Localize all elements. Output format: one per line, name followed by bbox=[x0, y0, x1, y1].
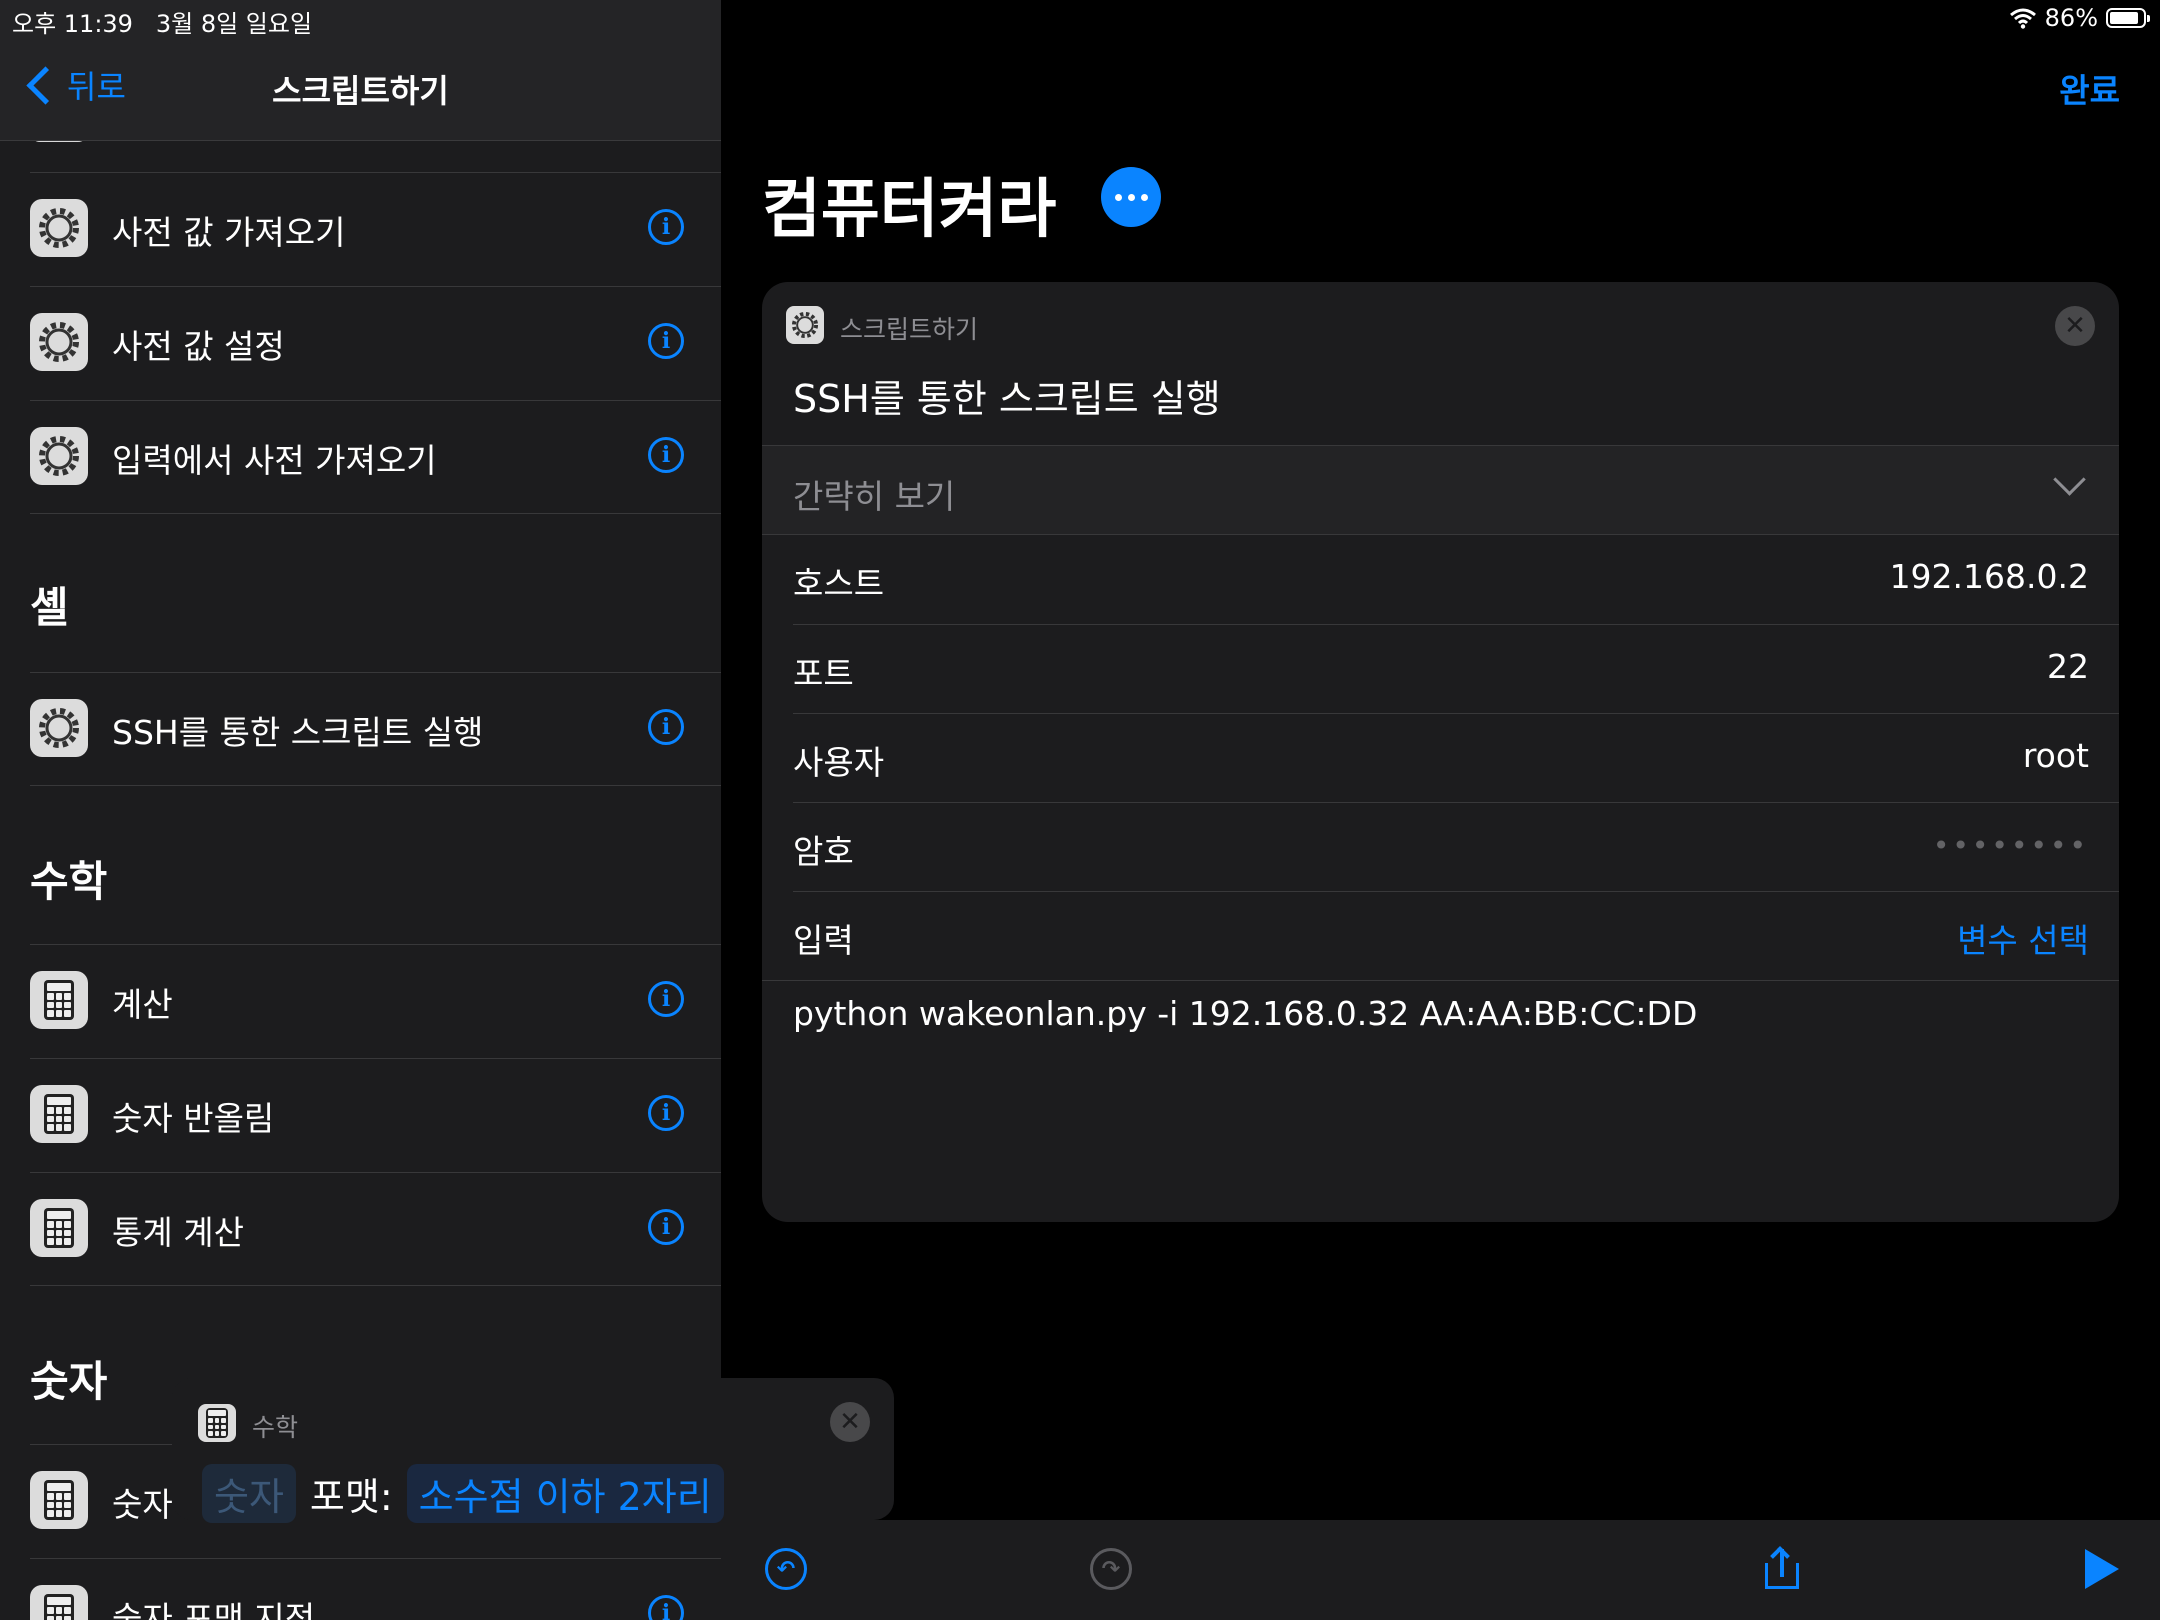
redo-button[interactable]: ↷ bbox=[1086, 1544, 1136, 1594]
param-label: 입력 bbox=[793, 921, 854, 960]
calculator-icon bbox=[198, 1404, 236, 1442]
param-label: 사용자 bbox=[793, 743, 885, 782]
ellipsis-icon bbox=[1114, 193, 1122, 201]
list-item[interactable]: 계산 i bbox=[0, 944, 721, 1058]
param-row-user[interactable]: 사용자 root bbox=[762, 714, 2119, 803]
calculator-icon bbox=[30, 1199, 88, 1257]
dragged-action-body: 숫자 포맷: 소수점 이하 2자리 bbox=[202, 1464, 724, 1523]
section-header-number: 숫자 bbox=[30, 1357, 108, 1406]
show-less-label: 간략히 보기 bbox=[793, 477, 956, 516]
section-header-math: 수학 bbox=[30, 857, 108, 906]
status-indicators: 86% bbox=[2009, 4, 2150, 32]
list-item[interactable]: 사전 값 가져오기 i bbox=[0, 172, 721, 286]
redo-icon: ↷ bbox=[1090, 1548, 1132, 1590]
done-button[interactable]: 완료 bbox=[2059, 64, 2120, 112]
calculator-icon bbox=[30, 1085, 88, 1143]
chevron-down-icon bbox=[2053, 463, 2086, 496]
close-icon: ✕ bbox=[839, 1407, 861, 1437]
list-item[interactable]: SSH를 통한 스크립트 실행 i bbox=[0, 672, 721, 786]
undo-icon: ↶ bbox=[765, 1548, 807, 1590]
param-row-password[interactable]: 암호 •••••••• bbox=[762, 803, 2119, 892]
info-icon[interactable]: i bbox=[648, 209, 684, 245]
list-item-label: 통계 계산 bbox=[112, 1213, 244, 1252]
run-button[interactable] bbox=[2077, 1544, 2127, 1594]
calculator-icon bbox=[30, 1585, 88, 1620]
share-icon bbox=[1765, 1546, 1799, 1589]
info-icon[interactable]: i bbox=[648, 709, 684, 745]
list-item-label: SSH를 통한 스크립트 실행 bbox=[112, 713, 484, 752]
calculator-icon bbox=[30, 1471, 88, 1529]
shortcut-name[interactable]: 컴퓨터켜라 bbox=[762, 158, 1056, 250]
port-field[interactable]: 22 bbox=[2047, 647, 2089, 686]
param-row-host[interactable]: 호스트 192.168.0.2 bbox=[762, 535, 2119, 624]
remove-action-button[interactable]: ✕ bbox=[2055, 306, 2095, 346]
gear-icon bbox=[30, 313, 88, 371]
param-row-port[interactable]: 포트 22 bbox=[762, 625, 2119, 714]
editor-toolbar: ↶ ↷ bbox=[721, 1520, 2160, 1620]
action-library-panel: 뒤로 스크립트하기 사전 값 가져오기 i 사전 값 설정 i 입력에서 사전 … bbox=[0, 0, 721, 1620]
list-item[interactable]: 입력에서 사전 가져오기 i bbox=[0, 400, 721, 514]
list-item[interactable]: 숫자 포맷 지정 i bbox=[0, 1558, 721, 1620]
user-field[interactable]: root bbox=[2023, 736, 2089, 775]
list-item[interactable]: 숫자 반올림 i bbox=[0, 1058, 721, 1172]
action-title: SSH를 통한 스크립트 실행 bbox=[793, 377, 1221, 421]
info-icon[interactable]: i bbox=[648, 1595, 684, 1620]
param-label: 호스트 bbox=[793, 564, 885, 603]
gear-icon bbox=[30, 699, 88, 757]
format-value-token[interactable]: 소수점 이하 2자리 bbox=[406, 1464, 724, 1523]
battery-icon bbox=[2106, 8, 2150, 28]
password-field[interactable]: •••••••• bbox=[1933, 829, 2089, 862]
list-item-label: 입력에서 사전 가져오기 bbox=[112, 441, 437, 480]
action-app-name: 스크립트하기 bbox=[840, 315, 979, 344]
info-icon[interactable]: i bbox=[648, 323, 684, 359]
info-icon[interactable]: i bbox=[648, 1095, 684, 1131]
section-header-shell: 셸 bbox=[30, 583, 69, 632]
wifi-icon bbox=[2009, 8, 2036, 29]
calculator-icon bbox=[30, 971, 88, 1029]
ssh-action-card[interactable]: 스크립트하기 ✕ SSH를 통한 스크립트 실행 간략히 보기 호스트 192.… bbox=[762, 282, 2119, 1222]
gear-icon bbox=[30, 199, 88, 257]
show-less-toggle[interactable]: 간략히 보기 bbox=[762, 446, 2119, 534]
battery-level bbox=[2110, 12, 2138, 24]
more-options-button[interactable] bbox=[1101, 167, 1161, 227]
choose-variable-button[interactable]: 변수 선택 bbox=[1957, 914, 2089, 962]
list-item[interactable]: 사전 값 설정 i bbox=[0, 286, 721, 400]
param-row-input[interactable]: 입력 변수 선택 bbox=[762, 892, 2119, 981]
param-label: 암호 bbox=[793, 832, 854, 871]
close-icon: ✕ bbox=[2064, 311, 2086, 341]
dragged-action-card[interactable]: 수학 ✕ 숫자 포맷: 소수점 이하 2자리 bbox=[172, 1378, 894, 1523]
format-label: 포맷: bbox=[309, 1475, 393, 1519]
list-item-label: 사전 값 설정 bbox=[112, 327, 285, 366]
library-title: 스크립트하기 bbox=[272, 72, 449, 110]
info-icon[interactable]: i bbox=[648, 981, 684, 1017]
list-item-label: 계산 bbox=[112, 985, 173, 1024]
list-item-label: 숫자 포맷 지정 bbox=[112, 1599, 316, 1620]
remove-dragged-action-button[interactable]: ✕ bbox=[830, 1402, 870, 1442]
undo-button[interactable]: ↶ bbox=[761, 1544, 811, 1594]
list-item-label: 숫자 bbox=[112, 1485, 173, 1524]
host-field[interactable]: 192.168.0.2 bbox=[1890, 557, 2089, 596]
share-button[interactable] bbox=[1757, 1544, 1807, 1594]
play-icon bbox=[2085, 1549, 2119, 1589]
gear-icon bbox=[30, 427, 88, 485]
list-item-label: 사전 값 가져오기 bbox=[112, 213, 346, 252]
gear-icon bbox=[786, 306, 824, 344]
list-item[interactable]: 통계 계산 i bbox=[0, 1172, 721, 1286]
info-icon[interactable]: i bbox=[648, 437, 684, 473]
list-item-label: 숫자 반올림 bbox=[112, 1099, 275, 1138]
dragged-app-name: 수학 bbox=[252, 1413, 299, 1442]
status-time: 오후 11:39 3월 8일 일요일 bbox=[12, 10, 313, 38]
battery-percent: 86% bbox=[2044, 4, 2098, 32]
info-icon[interactable]: i bbox=[648, 1209, 684, 1245]
number-token[interactable]: 숫자 bbox=[202, 1464, 296, 1523]
param-label: 포트 bbox=[793, 654, 854, 693]
script-editor[interactable]: python wakeonlan.py -i 192.168.0.32 AA:A… bbox=[793, 994, 1697, 1033]
